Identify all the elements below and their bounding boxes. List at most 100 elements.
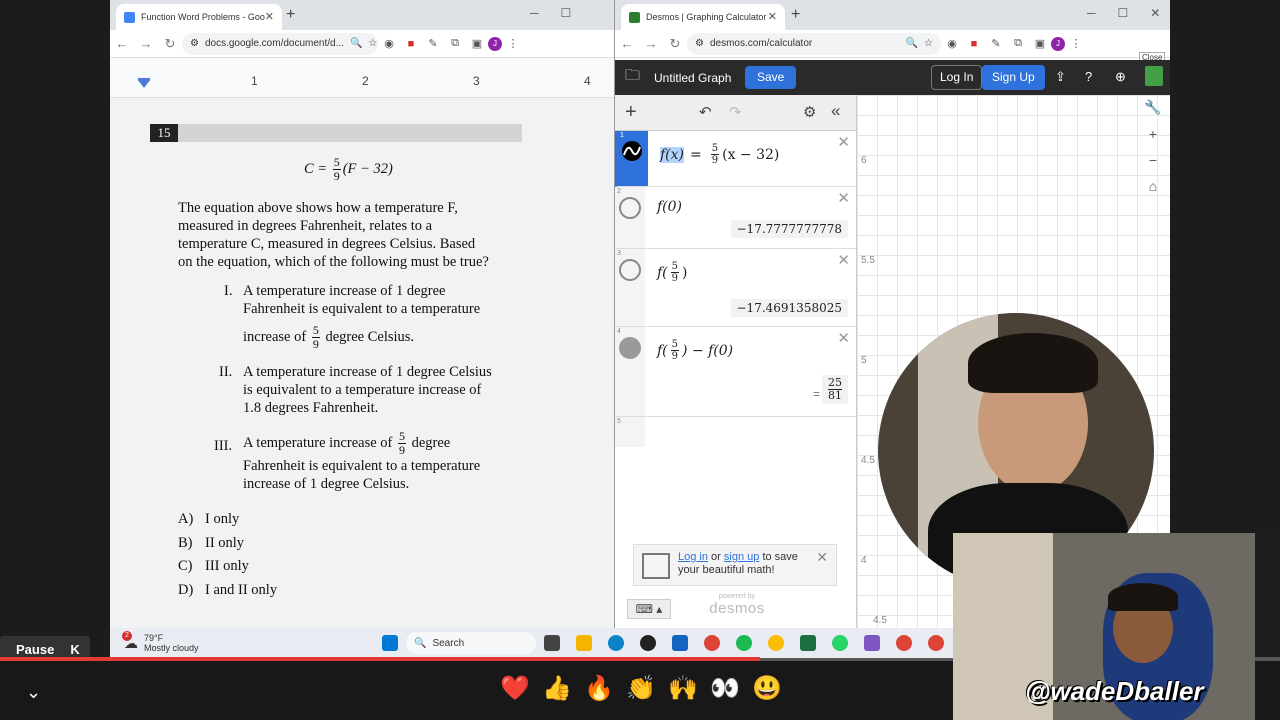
zoom-out-icon[interactable]: − [1149,152,1157,168]
back-icon[interactable]: ← [615,36,639,51]
expression-row[interactable]: 2 f(0) = −17.7777777778 ✕ [615,187,856,249]
docs-address-bar[interactable]: ⚙ docs.google.com/document/d... 🔍 ☆ [182,32,378,55]
add-item-icon[interactable]: + [625,101,637,124]
expression-row-empty[interactable]: 5 [615,417,856,447]
app-icon[interactable] [672,635,688,651]
promo-signup-link[interactable]: sign up [724,551,759,563]
powered-by-desmos[interactable]: powered by desmos [705,593,769,617]
edge-icon[interactable] [608,635,624,651]
settings-gear-icon[interactable]: ⚙ [803,103,816,121]
delete-expression-icon[interactable]: ✕ [837,189,850,207]
open-graph-folder-icon[interactable]: 🗀 [625,65,640,90]
expression-math[interactable]: f(x) = 59 (x − 32) [660,143,779,166]
close-tab-icon[interactable]: ✕ [265,10,274,23]
weather-widget[interactable]: ☁ 2 79°F Mostly cloudy [122,630,374,653]
signup-button[interactable]: Sign Up [982,65,1045,90]
chrome-icon-2[interactable] [896,635,912,651]
settings-icon[interactable] [864,635,880,651]
new-tab-button[interactable]: + [286,6,295,24]
document-page[interactable]: 15 C = 5 9 (F − 32) The equation above sho… [110,98,614,628]
undo-icon[interactable]: ↶ [699,103,712,121]
chrome-icon[interactable] [704,635,720,651]
minimize-icon[interactable]: ─ [1087,6,1096,20]
pen-icon[interactable]: ✎ [422,37,444,50]
desmos-tab[interactable]: Desmos | Graphing Calculator ✕ [621,4,785,30]
excel-icon[interactable] [800,635,816,651]
extension-red-icon[interactable]: ■ [400,38,422,50]
extension-red-icon[interactable]: ■ [963,38,985,50]
delete-expression-icon[interactable]: ✕ [837,329,850,347]
home-icon[interactable]: ⌂ [1149,178,1157,194]
profile-avatar[interactable]: J [1051,36,1065,51]
site-info-icon[interactable]: ⚙ [695,38,704,49]
keyboard-toggle-icon[interactable]: ⌨ ▴ [627,599,671,619]
file-explorer-icon[interactable] [576,635,592,651]
language-globe-icon[interactable]: ⊕ [1115,69,1126,85]
collapse-panel-icon[interactable]: « [831,101,840,121]
dell-icon[interactable] [640,635,656,651]
reaction-smile-icon[interactable]: 😃 [752,674,782,703]
expression-row[interactable]: 3 f( 59 ) = −17.4691358025 ✕ [615,249,856,327]
dismiss-promo-icon[interactable]: ✕ [816,549,828,566]
forward-icon[interactable]: → [134,36,158,51]
maximize-icon[interactable]: ☐ [561,6,572,20]
docs-tab[interactable]: Function Word Problems - Goo ✕ [116,4,282,30]
chrome-icon-3[interactable] [928,635,944,651]
extension-icon[interactable]: ◉ [941,37,963,50]
desmos-logo-icon[interactable] [1145,66,1163,86]
bookmark-star-icon[interactable]: ☆ [368,38,377,49]
choice-c[interactable]: C) III only [178,555,277,579]
zoom-icon[interactable]: 🔍 [906,38,918,49]
reaction-clap-icon[interactable]: 👏 [626,674,656,703]
choice-a[interactable]: A) I only [178,508,277,532]
reload-icon[interactable]: ↻ [158,36,182,52]
save-button[interactable]: Save [745,66,797,89]
reaction-heart-icon[interactable]: ❤️ [500,674,530,703]
profile-avatar[interactable]: J [488,36,502,51]
promo-login-link[interactable]: Log in [678,551,708,563]
desmos-address-bar[interactable]: ⚙ desmos.com/calculator 🔍 ☆ [687,32,941,55]
reaction-eyes-icon[interactable]: 👀 [710,674,740,703]
redo-icon[interactable]: ↷ [729,103,742,121]
spotify-icon[interactable] [736,635,752,651]
graph-title[interactable]: Untitled Graph [654,71,731,85]
bookmark-star-icon[interactable]: ☆ [924,38,933,49]
wrench-settings-icon[interactable]: 🔧 [1144,99,1161,116]
close-window-icon[interactable]: ✕ [1150,6,1160,20]
delete-expression-icon[interactable]: ✕ [837,251,850,269]
choice-d[interactable]: D) I and II only [178,579,277,603]
site-info-icon[interactable]: ⚙ [190,38,199,49]
extension-icon[interactable]: ◉ [378,37,400,50]
puzzle-icon[interactable]: ⧉ [1007,37,1029,50]
menu-icon[interactable]: ⋮ [502,37,524,50]
menu-icon[interactable]: ⋮ [1065,37,1087,50]
taskbar-search[interactable]: 🔍 Search [406,632,536,654]
expression-math[interactable]: f( 59 ) [657,261,688,284]
expression-row[interactable]: 1 f(x) = 59 (x − 32) ✕ [615,131,856,187]
choice-b[interactable]: B) II only [178,532,277,556]
puzzle-icon[interactable]: ⧉ [444,37,466,50]
new-tab-button[interactable]: + [791,6,800,24]
maximize-icon[interactable]: ☐ [1118,6,1129,20]
login-button[interactable]: Log In [931,65,983,90]
expression-math[interactable]: f(0) [657,199,682,215]
zoom-icon[interactable]: 🔍 [350,38,362,49]
expression-math[interactable]: f( 59 ) − f(0) [657,339,733,362]
windows-start-icon[interactable] [382,635,398,651]
forward-icon[interactable]: → [639,36,663,51]
reaction-thumbs-up-icon[interactable]: 👍 [542,674,572,703]
share-icon[interactable]: ⇪ [1055,69,1066,85]
pen-icon[interactable]: ✎ [985,37,1007,50]
whatsapp-icon[interactable] [832,635,848,651]
help-icon[interactable]: ? [1085,69,1092,84]
back-icon[interactable]: ← [110,36,134,51]
reload-icon[interactable]: ↻ [663,36,687,52]
reading-list-icon[interactable]: ▣ [466,37,488,50]
collapse-chevron-icon[interactable]: ⌄ [26,682,41,703]
zoom-in-icon[interactable]: + [1149,126,1157,142]
expression-row[interactable]: 4 f( 59 ) − f(0) = 25 81 ✕ [615,327,856,417]
task-view-icon[interactable] [544,635,560,651]
delete-expression-icon[interactable]: ✕ [837,133,850,151]
reading-list-icon[interactable]: ▣ [1029,37,1051,50]
close-tab-icon[interactable]: ✕ [768,10,777,23]
